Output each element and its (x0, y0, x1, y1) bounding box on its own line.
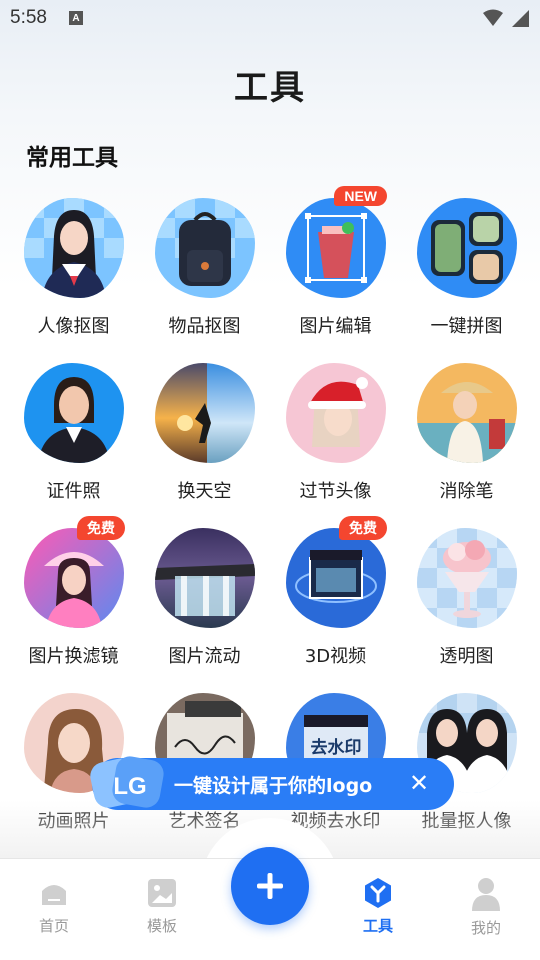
sky-replace-icon (154, 363, 255, 463)
tool-label: 图片流动 (168, 646, 241, 667)
watermark-tile-text: 去水印 (310, 737, 361, 758)
wifi-icon (483, 9, 503, 26)
tool-label: 消除笔 (439, 481, 494, 502)
tool-holiday-avatar[interactable]: 过节头像 (270, 355, 401, 520)
page-title: 工具 (234, 68, 306, 108)
tool-label: 3D视频 (304, 646, 367, 667)
tool-3d-video[interactable]: 免费 3D视频 (270, 516, 401, 685)
profile-icon (472, 878, 500, 911)
tool-image-flow[interactable]: 图片流动 (139, 520, 270, 685)
tools-icon (365, 878, 391, 908)
tool-backpack-cutout[interactable]: 物品抠图 (139, 190, 270, 355)
transparent-image-icon (416, 528, 517, 628)
tool-sky-replace[interactable]: 换天空 (139, 355, 270, 520)
tool-label: 一键拼图 (430, 316, 503, 337)
filter-change-icon (23, 528, 124, 628)
logo-text: LG (113, 773, 146, 800)
tool-label: 物品抠图 (168, 316, 241, 337)
logo-design-icon: LG (90, 756, 164, 808)
tab-label: 我的 (470, 919, 501, 937)
new-badge: NEW (334, 186, 387, 206)
tool-label: 换天空 (177, 481, 232, 502)
tool-eraser-pen[interactable]: 消除笔 (401, 355, 532, 520)
section-title: 常用工具 (26, 145, 118, 171)
tab-tools[interactable]: 工具 (338, 877, 418, 936)
tool-label: 证件照 (46, 481, 101, 502)
home-icon (42, 885, 66, 905)
tool-label: 图片编辑 (299, 316, 372, 337)
free-badge: 免费 (339, 516, 387, 540)
id-photo-icon (23, 363, 124, 463)
tab-profile[interactable]: 我的 (446, 877, 526, 938)
photo-edit-icon (285, 198, 386, 298)
backpack-cutout-icon (154, 198, 255, 298)
status-bar: 5:58 A (0, 0, 540, 36)
template-icon (148, 879, 176, 907)
tool-label: 过节头像 (299, 481, 372, 502)
3d-video-icon (285, 528, 386, 628)
tool-portrait-cutout[interactable]: 人像抠图 (8, 190, 139, 355)
tool-label: 透明图 (439, 646, 494, 667)
image-flow-icon (154, 528, 255, 628)
tool-label: 图片换滤镜 (28, 646, 119, 667)
portrait-cutout-icon (23, 198, 124, 298)
tab-label: 首页 (38, 917, 69, 935)
tab-templates[interactable]: 模板 (122, 877, 202, 936)
status-time: 5:58 (10, 7, 47, 28)
tab-home[interactable]: 首页 (14, 877, 94, 936)
tool-label: 批量抠人像 (421, 811, 512, 832)
plus-icon (257, 873, 283, 899)
status-indicators (482, 8, 530, 28)
notification-icon: A (68, 11, 83, 25)
free-badge: 免费 (77, 516, 125, 540)
tool-photo-edit[interactable]: NEW 图片编辑 (270, 186, 401, 355)
tab-label: 工具 (362, 917, 393, 935)
tool-id-photo[interactable]: 证件照 (8, 355, 139, 520)
tool-collage[interactable]: 一键拼图 (401, 190, 532, 355)
tool-label: 人像抠图 (37, 316, 110, 337)
collage-icon (416, 198, 517, 298)
tool-grid: 人像抠图 物品抠图 NEW 图片编辑 一键拼图 证件照 换天空 过节头像 消除笔… (8, 186, 532, 850)
tool-filter-change[interactable]: 免费 图片换滤镜 (8, 516, 139, 685)
signal-icon (512, 10, 529, 27)
logo-promo-banner[interactable]: LG 一键设计属于你的logo ✕ (90, 756, 454, 810)
close-icon[interactable]: ✕ (408, 771, 430, 795)
holiday-avatar-icon (285, 363, 386, 463)
tab-label: 模板 (146, 917, 177, 935)
banner-text: 一键设计属于你的logo (174, 774, 373, 797)
create-button[interactable] (231, 847, 309, 925)
tool-transparent-image[interactable]: 透明图 (401, 520, 532, 685)
eraser-pen-icon (416, 363, 517, 463)
